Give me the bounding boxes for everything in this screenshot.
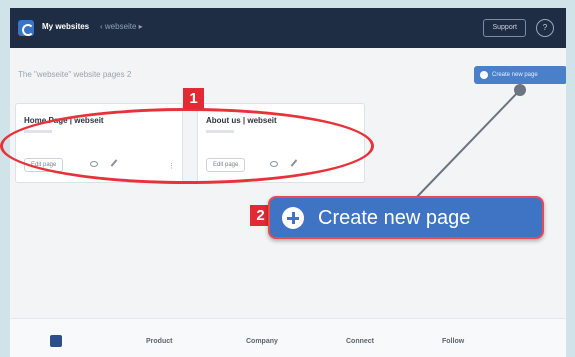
connector-line [413,89,521,201]
connector-dot [514,84,526,96]
create-button-label: Create new page [318,207,471,229]
callout-connector [413,84,526,201]
create-new-page-button-zoomed[interactable]: Create new page [268,196,544,239]
plus-circle-icon [282,207,304,229]
